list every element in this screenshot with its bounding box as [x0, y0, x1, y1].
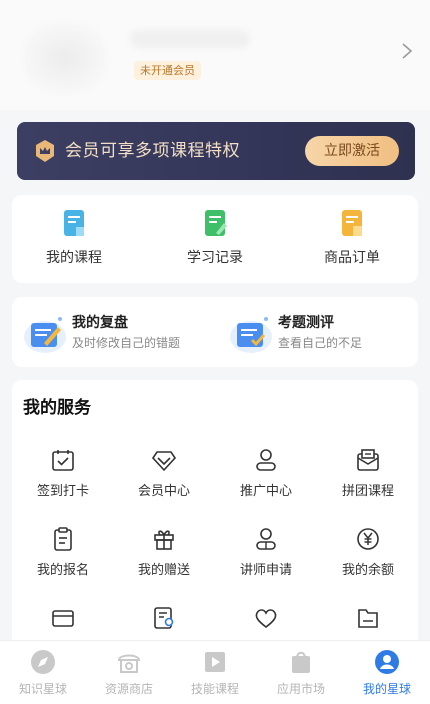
exam-evaluation-title: 考题测评 [278, 315, 334, 331]
my-courses-label: 我的课程 [46, 250, 102, 266]
service-label: 我的赠送 [137, 563, 190, 578]
card-icon [52, 610, 74, 627]
exam-evaluation-icon [230, 317, 272, 353]
study-record-label: 学习记录 [187, 250, 243, 266]
service-label: 拼团课程 [341, 484, 394, 499]
service-group-course[interactable]: 拼团课程 [317, 448, 419, 508]
my-review-subtitle: 及时修改自己的错题 [72, 336, 181, 350]
course-book-icon [64, 210, 84, 236]
diamond-icon [152, 451, 176, 472]
gift-icon [154, 530, 174, 550]
vip-banner[interactable]: 会员可享多项课程特权 立即激活 [17, 122, 415, 180]
service-label: 我的余额 [341, 563, 394, 578]
tab-label: 知识星球 [18, 682, 67, 696]
study-record-entry[interactable]: 学习记录 [155, 209, 275, 271]
folder-icon [358, 609, 378, 628]
chevron-right-icon[interactable] [400, 42, 414, 60]
service-label: 签到打卡 [36, 484, 89, 499]
tab-label: 资源商店 [104, 682, 153, 696]
service-label: 讲师申请 [239, 563, 292, 578]
user-name [130, 30, 250, 48]
tab-skill-courses[interactable]: 技能课程 [172, 649, 258, 701]
vip-promo-text: 会员可享多项课程特权 [65, 141, 240, 161]
store-icon [117, 654, 141, 673]
orders-label: 商品订单 [324, 250, 380, 266]
heart-icon [255, 609, 277, 629]
video-icon [205, 652, 225, 672]
service-my-gift[interactable]: 我的赠送 [113, 527, 215, 587]
my-review-entry[interactable]: 我的复盘 及时修改自己的错题 [12, 297, 212, 367]
teacher-icon [256, 528, 276, 550]
user-circle-icon [375, 650, 399, 674]
service-label: 推广中心 [239, 484, 292, 499]
tab-app-market[interactable]: 应用市场 [258, 649, 344, 701]
service-my-balance[interactable]: 我的余额 [317, 527, 419, 587]
tab-label: 我的星球 [362, 682, 411, 696]
tab-label: 技能课程 [190, 682, 239, 696]
tab-label: 应用市场 [276, 682, 325, 696]
exam-evaluation-subtitle: 查看自己的不足 [278, 336, 363, 350]
bag-icon [292, 651, 310, 673]
tab-knowledge-planet[interactable]: 知识星球 [0, 649, 86, 701]
person-icon [256, 449, 276, 471]
avatar[interactable] [22, 22, 108, 94]
my-courses-entry[interactable]: 我的课程 [14, 209, 134, 271]
tab-my-planet[interactable]: 我的星球 [344, 649, 430, 701]
service-checkin[interactable]: 签到打卡 [12, 448, 114, 508]
profile-header[interactable]: 未开通会员 [0, 0, 430, 110]
bottom-tab-bar: 知识星球 资源商店 技能课程 应用市场 我的星球 [0, 640, 430, 704]
compass-icon [31, 650, 55, 674]
certificate-icon [154, 607, 174, 629]
order-icon [342, 210, 362, 236]
quick-entry-card: 我的课程 学习记录 商品订单 [12, 195, 418, 283]
service-promotion-center[interactable]: 推广中心 [215, 448, 317, 508]
study-record-icon [205, 210, 227, 236]
review-notebook-icon [24, 317, 66, 353]
service-member-center[interactable]: 会员中心 [113, 448, 215, 508]
orders-entry[interactable]: 商品订单 [292, 209, 412, 271]
review-card: 我的复盘 及时修改自己的错题 考题测评 查看自己的不足 [12, 297, 418, 367]
clipboard-icon [54, 527, 72, 551]
tab-resource-store[interactable]: 资源商店 [86, 649, 172, 701]
my-review-title: 我的复盘 [72, 315, 128, 331]
service-my-signup[interactable]: 我的报名 [12, 527, 114, 587]
yen-coin-icon [357, 528, 379, 550]
service-label: 会员中心 [137, 484, 190, 499]
service-teacher-apply[interactable]: 讲师申请 [215, 527, 317, 587]
exam-evaluation-entry[interactable]: 考题测评 查看自己的不足 [218, 297, 418, 367]
mail-icon [357, 449, 379, 471]
crown-badge-icon [36, 140, 54, 162]
calendar-check-icon [52, 450, 74, 471]
activate-button[interactable]: 立即激活 [305, 136, 399, 166]
member-status-badge: 未开通会员 [134, 61, 201, 80]
service-label: 我的报名 [36, 563, 89, 578]
services-title: 我的服务 [23, 398, 91, 418]
